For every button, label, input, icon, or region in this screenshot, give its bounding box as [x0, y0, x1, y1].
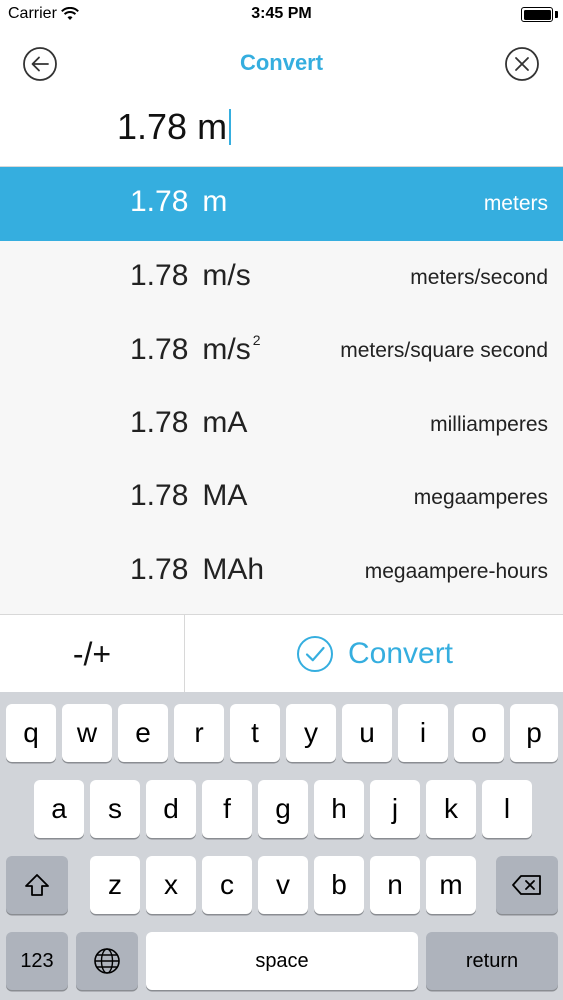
key-a[interactable]: a [34, 780, 84, 838]
key-x[interactable]: x [146, 856, 196, 914]
key-u[interactable]: u [342, 704, 392, 762]
unit-symbol: m/s [202, 259, 250, 292]
input-value: 1.78 m [117, 106, 228, 147]
key-w[interactable]: w [62, 704, 112, 762]
unit-symbol-text: m/s [202, 333, 251, 366]
unit-symbol: mA [202, 406, 247, 439]
keyboard: q w e r t y u i o p a s d f g h j k l z … [0, 692, 563, 1000]
unit-exponent: 2 [252, 332, 261, 348]
unit-row-megaampere-hours[interactable]: 1.78 MAh megaampere-hours [0, 535, 563, 609]
unit-symbol-text: MAh [202, 552, 265, 586]
return-key[interactable]: return [426, 932, 558, 990]
unit-symbol: m [202, 185, 227, 218]
key-s[interactable]: s [90, 780, 140, 838]
input-text-wrapper: 1.78 m [117, 106, 232, 148]
key-c[interactable]: c [202, 856, 252, 914]
key-y[interactable]: y [286, 704, 336, 762]
unit-row-meters[interactable]: 1.78 m meters [0, 167, 563, 241]
globe-key[interactable] [76, 932, 138, 990]
status-time: 3:45 PM [251, 5, 312, 22]
key-q[interactable]: q [6, 704, 56, 762]
action-bar: -/+ Convert [0, 614, 563, 693]
key-z[interactable]: z [90, 856, 140, 914]
convert-button[interactable]: Convert [186, 615, 563, 693]
unit-value-wrapper: 1.78 MAh [130, 553, 264, 587]
sign-toggle-button[interactable]: -/+ [0, 615, 185, 693]
key-d[interactable]: d [146, 780, 196, 838]
unit-number: 1.78 [130, 185, 189, 218]
close-circle-icon [505, 47, 539, 81]
unit-number: 1.78 [130, 405, 189, 439]
unit-name: meters/square second [340, 339, 548, 362]
key-f[interactable]: f [202, 780, 252, 838]
key-l[interactable]: l [482, 780, 532, 838]
checkmark-circle-icon [296, 636, 333, 672]
unit-symbol: MA [202, 479, 247, 512]
key-k[interactable]: k [426, 780, 476, 838]
unit-row-meters-square-second[interactable]: 1.78 m/s 2 meters/square second [0, 314, 563, 388]
unit-list: 1.78 m meters 1.78 m/s meters/second 1.78 m… [0, 166, 563, 614]
unit-number: 1.78 [130, 258, 189, 292]
unit-number: 1.78 [130, 552, 189, 586]
unit-name: megaamperes [413, 486, 548, 509]
page-title: Convert [239, 50, 324, 75]
key-b[interactable]: b [314, 856, 364, 914]
shift-arrow-icon [25, 874, 49, 896]
unit-number: 1.78 [130, 479, 189, 512]
unit-symbol-text: m [202, 185, 228, 218]
key-e[interactable]: e [118, 704, 168, 762]
unit-symbol: m/s 2 [202, 332, 261, 366]
key-g[interactable]: g [258, 780, 308, 838]
text-caret [229, 109, 232, 145]
value-input[interactable]: 1.78 m [0, 100, 563, 166]
battery-cap [555, 11, 558, 18]
unit-symbol-text: MA [202, 479, 248, 512]
key-p[interactable]: p [510, 704, 558, 762]
unit-value-wrapper: 1.78 m/s 2 [130, 332, 261, 367]
key-v[interactable]: v [258, 856, 308, 914]
delete-key[interactable] [496, 856, 558, 914]
unit-value-wrapper: 1.78 MA [130, 479, 247, 513]
key-i[interactable]: i [398, 704, 448, 762]
unit-number: 1.78 [130, 333, 189, 366]
convert-button-label: Convert [347, 637, 454, 670]
key-j[interactable]: j [370, 780, 420, 838]
unit-value-wrapper: 1.78 m/s [130, 259, 251, 293]
key-n[interactable]: n [370, 856, 420, 914]
unit-row-meters-second[interactable]: 1.78 m/s meters/second [0, 241, 563, 315]
unit-symbol-text: m/s [202, 258, 251, 292]
unit-name: milliamperes [430, 412, 548, 436]
numbers-key[interactable]: 123 [6, 932, 68, 990]
battery-level [523, 9, 551, 20]
status-bar: Carrier 3:45 PM [0, 0, 563, 30]
globe-icon [94, 948, 120, 974]
unit-name: meters [483, 192, 548, 215]
key-m[interactable]: m [426, 856, 476, 914]
battery-icon [521, 7, 553, 22]
delete-backspace-icon [512, 875, 541, 895]
unit-symbol-text: mA [202, 405, 248, 439]
unit-name: megaampere-hours [364, 559, 548, 583]
unit-value-wrapper: 1.78 mA [130, 406, 247, 440]
unit-name: meters/second [410, 265, 548, 289]
unit-row-milliamperes[interactable]: 1.78 mA milliamperes [0, 388, 563, 462]
key-r[interactable]: r [174, 704, 224, 762]
key-h[interactable]: h [314, 780, 364, 838]
unit-symbol: MAh [202, 553, 264, 586]
key-o[interactable]: o [454, 704, 504, 762]
unit-row-megaamperes[interactable]: 1.78 MA megaamperes [0, 461, 563, 535]
unit-value-wrapper: 1.78 m [130, 185, 227, 219]
close-button[interactable] [504, 46, 540, 82]
space-key[interactable]: space [146, 932, 418, 990]
shift-key[interactable] [6, 856, 68, 914]
key-t[interactable]: t [230, 704, 280, 762]
